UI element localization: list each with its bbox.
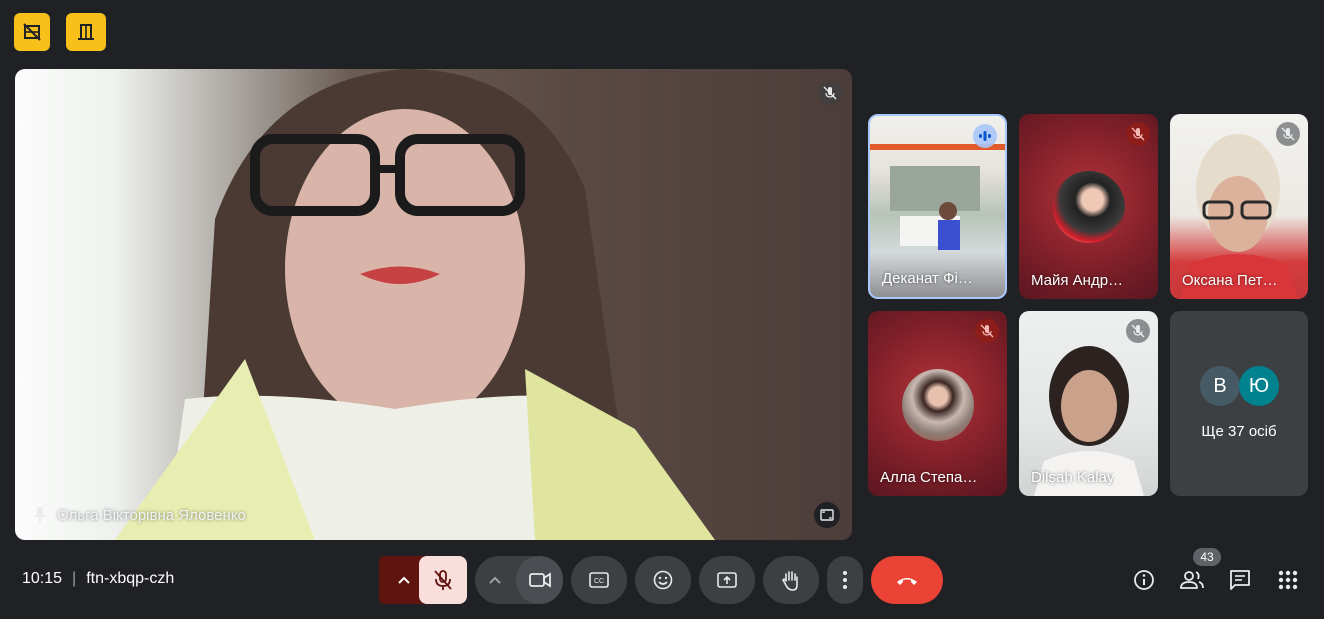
others-tile[interactable]: В Ю Ще 37 осіб bbox=[1170, 311, 1308, 496]
raise-hand-button[interactable] bbox=[763, 556, 819, 604]
separator: | bbox=[72, 570, 77, 587]
camera-toggle-button[interactable] bbox=[516, 556, 563, 604]
mic-off-icon bbox=[434, 570, 452, 590]
pin-icon bbox=[35, 507, 45, 523]
chat-button[interactable] bbox=[1227, 567, 1253, 593]
people-icon bbox=[1180, 571, 1204, 589]
svg-text:CC: CC bbox=[594, 578, 604, 585]
mic-off-icon bbox=[1281, 127, 1295, 141]
hide-tiles-icon bbox=[23, 23, 41, 41]
participant-tile[interactable]: Майя Андр… bbox=[1019, 114, 1158, 299]
door-icon bbox=[78, 24, 94, 40]
avatar: В bbox=[1200, 366, 1240, 406]
speaker-name: Ольга Вікторівна Яловенко bbox=[57, 506, 246, 524]
avatar: Ю bbox=[1239, 366, 1279, 406]
mic-off-icon bbox=[1131, 127, 1145, 141]
expand-button[interactable] bbox=[814, 502, 840, 528]
mic-off-icon bbox=[1131, 324, 1145, 338]
present-icon bbox=[717, 572, 737, 588]
chevron-up-icon bbox=[398, 576, 410, 584]
hang-up-icon bbox=[897, 578, 917, 585]
captions-button[interactable]: CC bbox=[571, 556, 627, 604]
others-count-label: Ще 37 осіб bbox=[1201, 423, 1277, 440]
people-button[interactable] bbox=[1179, 567, 1205, 593]
participant-tile[interactable]: Оксана Пет… bbox=[1170, 114, 1308, 299]
participant-tile[interactable]: Деканат Фі… bbox=[868, 114, 1007, 299]
avatar bbox=[902, 369, 974, 441]
avatar bbox=[1053, 171, 1125, 243]
hand-icon bbox=[782, 571, 798, 591]
camera-icon bbox=[528, 572, 551, 588]
participant-tile[interactable]: Dilşah Kalay bbox=[1019, 311, 1158, 496]
participant-name: Dilşah Kalay bbox=[1031, 469, 1115, 486]
participant-name: Деканат Фі… bbox=[882, 270, 973, 287]
main-video-tile[interactable]: Ольга Вікторівна Яловенко bbox=[15, 69, 852, 540]
reactions-button[interactable] bbox=[635, 556, 691, 604]
clock: 10:15 bbox=[22, 570, 63, 587]
chevron-up-icon bbox=[489, 576, 501, 584]
leave-call-button[interactable] bbox=[871, 556, 943, 604]
mic-off-indicator bbox=[818, 81, 842, 105]
participant-tile[interactable]: Алла Степа… bbox=[868, 311, 1007, 496]
hide-tiles-button[interactable] bbox=[14, 13, 50, 51]
participant-name: Оксана Пет… bbox=[1182, 272, 1278, 289]
participant-name: Алла Степа… bbox=[880, 469, 978, 486]
emoji-icon bbox=[653, 570, 673, 590]
participants-count-badge: 43 bbox=[1193, 548, 1221, 566]
meeting-details-button[interactable] bbox=[1131, 567, 1157, 593]
avatar-initial: В bbox=[1213, 374, 1227, 397]
mic-off-icon bbox=[980, 324, 994, 338]
expand-icon bbox=[820, 509, 834, 521]
apps-grid-icon bbox=[1278, 570, 1298, 590]
mic-off-indicator bbox=[1276, 122, 1300, 146]
activities-button[interactable] bbox=[1275, 567, 1301, 593]
avatar-initial: Ю bbox=[1248, 374, 1270, 397]
meeting-code: ftn-xbqp-czh bbox=[86, 570, 175, 587]
participant-video bbox=[115, 69, 715, 540]
more-options-button[interactable] bbox=[827, 556, 863, 604]
mic-toggle-button[interactable] bbox=[419, 556, 467, 604]
mic-off-indicator bbox=[1126, 122, 1150, 146]
mic-off-indicator bbox=[1126, 319, 1150, 343]
captions-icon: CC bbox=[589, 572, 609, 588]
info-icon bbox=[1134, 570, 1154, 590]
audio-level-icon bbox=[979, 131, 991, 141]
speaking-indicator bbox=[973, 124, 997, 148]
bottom-bar: 10:15 | ftn-xbqp-czh CC 43 bbox=[0, 540, 1324, 619]
more-vert-icon bbox=[843, 571, 847, 589]
chat-icon bbox=[1230, 570, 1250, 590]
door-button[interactable] bbox=[66, 13, 106, 51]
mic-off-indicator bbox=[975, 319, 999, 343]
participant-name: Майя Андр… bbox=[1031, 272, 1124, 289]
present-screen-button[interactable] bbox=[699, 556, 755, 604]
mic-off-icon bbox=[823, 86, 837, 100]
